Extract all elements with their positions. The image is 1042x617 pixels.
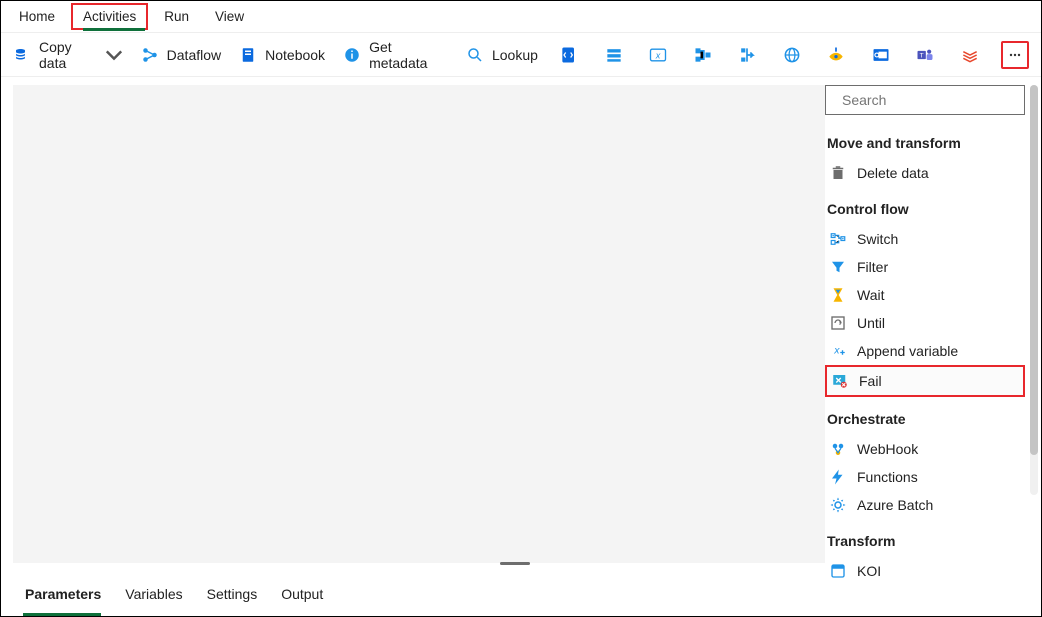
item-switch[interactable]: Switch bbox=[825, 225, 1025, 253]
teams-icon[interactable]: T bbox=[912, 41, 939, 69]
more-activities-button[interactable] bbox=[1001, 41, 1029, 69]
item-fail-label: Fail bbox=[859, 373, 882, 389]
tab-activities-label: Activities bbox=[83, 9, 136, 24]
tab-variables[interactable]: Variables bbox=[123, 578, 184, 610]
lookup-label: Lookup bbox=[492, 47, 538, 63]
script-icon[interactable] bbox=[556, 41, 583, 69]
svg-text:T: T bbox=[920, 52, 924, 59]
item-azure-batch[interactable]: Azure Batch bbox=[825, 491, 1025, 519]
item-wait-label: Wait bbox=[857, 287, 884, 303]
activities-panel: Move and transform Delete data Control f… bbox=[825, 85, 1025, 603]
kql-icon bbox=[829, 562, 847, 580]
databricks-icon[interactable] bbox=[957, 41, 984, 69]
item-delete-data[interactable]: Delete data bbox=[825, 159, 1025, 187]
tab-output[interactable]: Output bbox=[279, 578, 325, 610]
stored-proc-icon[interactable] bbox=[600, 41, 627, 69]
ellipsis-icon bbox=[1007, 45, 1023, 65]
notebook-button[interactable]: Notebook bbox=[239, 46, 325, 64]
tab-activities[interactable]: Activities bbox=[71, 3, 148, 30]
item-delete-data-label: Delete data bbox=[857, 165, 929, 181]
group-control-flow: Control flow bbox=[827, 201, 1023, 217]
notebook-icon bbox=[239, 46, 257, 64]
group-move-transform: Move and transform bbox=[827, 135, 1023, 151]
copy-data-button[interactable]: Copy data bbox=[13, 39, 123, 71]
gear-icon bbox=[829, 496, 847, 514]
svg-text:x: x bbox=[833, 344, 840, 356]
hourglass-icon bbox=[829, 286, 847, 304]
bottom-active-underline bbox=[23, 613, 101, 616]
resize-handle[interactable] bbox=[500, 562, 530, 565]
item-kql[interactable]: KOI bbox=[825, 557, 1025, 585]
notebook-label: Notebook bbox=[265, 47, 325, 63]
dataflow-label: Dataflow bbox=[167, 47, 221, 63]
item-wait[interactable]: Wait bbox=[825, 281, 1025, 309]
trash-icon bbox=[829, 164, 847, 182]
outlook-icon[interactable] bbox=[868, 41, 895, 69]
tab-parameters[interactable]: Parameters bbox=[23, 578, 103, 610]
tab-settings[interactable]: Settings bbox=[205, 578, 260, 610]
info-icon bbox=[343, 46, 361, 64]
fail-icon bbox=[831, 372, 849, 390]
activities-search-input[interactable] bbox=[842, 92, 1023, 108]
semantic-model-icon[interactable] bbox=[823, 41, 850, 69]
activities-toolbar: Copy data Dataflow Notebook Get metadata… bbox=[1, 33, 1041, 77]
item-functions-label: Functions bbox=[857, 469, 918, 485]
activities-search[interactable] bbox=[825, 85, 1025, 115]
tab-run[interactable]: Run bbox=[154, 5, 199, 28]
top-tab-bar: Home Activities Run View bbox=[1, 1, 1041, 33]
until-icon bbox=[829, 314, 847, 332]
item-append-variable-label: Append variable bbox=[857, 343, 958, 359]
filter-icon bbox=[829, 258, 847, 276]
append-variable-icon: x bbox=[829, 342, 847, 360]
webhook-icon bbox=[829, 440, 847, 458]
pipeline-icon[interactable] bbox=[689, 41, 716, 69]
item-azure-batch-label: Azure Batch bbox=[857, 497, 933, 513]
group-orchestrate: Orchestrate bbox=[827, 411, 1023, 427]
svg-text:x: x bbox=[655, 50, 661, 60]
foreach-icon[interactable] bbox=[734, 41, 761, 69]
lookup-button[interactable]: Lookup bbox=[466, 46, 538, 64]
item-webhook-label: WebHook bbox=[857, 441, 918, 457]
item-switch-label: Switch bbox=[857, 231, 898, 247]
get-metadata-button[interactable]: Get metadata bbox=[343, 39, 448, 71]
get-metadata-label: Get metadata bbox=[369, 39, 448, 71]
item-filter-label: Filter bbox=[857, 259, 888, 275]
activities-list: Move and transform Delete data Control f… bbox=[825, 115, 1025, 603]
tab-view[interactable]: View bbox=[205, 5, 254, 28]
switch-icon bbox=[829, 230, 847, 248]
web-icon[interactable] bbox=[779, 41, 806, 69]
item-functions[interactable]: Functions bbox=[825, 463, 1025, 491]
chevron-down-icon bbox=[105, 46, 123, 64]
item-until-label: Until bbox=[857, 315, 885, 331]
copy-data-icon bbox=[13, 46, 31, 64]
tab-home[interactable]: Home bbox=[9, 5, 65, 28]
item-append-variable[interactable]: x Append variable bbox=[825, 337, 1025, 365]
copy-data-label: Copy data bbox=[39, 39, 97, 71]
variable-icon[interactable]: x bbox=[645, 41, 672, 69]
item-webhook[interactable]: WebHook bbox=[825, 435, 1025, 463]
search-icon bbox=[466, 46, 484, 64]
item-kql-label: KOI bbox=[857, 563, 881, 579]
item-fail[interactable]: Fail bbox=[825, 365, 1025, 397]
panel-scrollbar-thumb[interactable] bbox=[1030, 85, 1038, 455]
functions-icon bbox=[829, 468, 847, 486]
active-tab-underline bbox=[83, 28, 145, 31]
dataflow-button[interactable]: Dataflow bbox=[141, 46, 221, 64]
item-filter[interactable]: Filter bbox=[825, 253, 1025, 281]
group-transform: Transform bbox=[827, 533, 1023, 549]
dataflow-icon bbox=[141, 46, 159, 64]
item-until[interactable]: Until bbox=[825, 309, 1025, 337]
panel-scrollbar[interactable] bbox=[1030, 85, 1038, 495]
